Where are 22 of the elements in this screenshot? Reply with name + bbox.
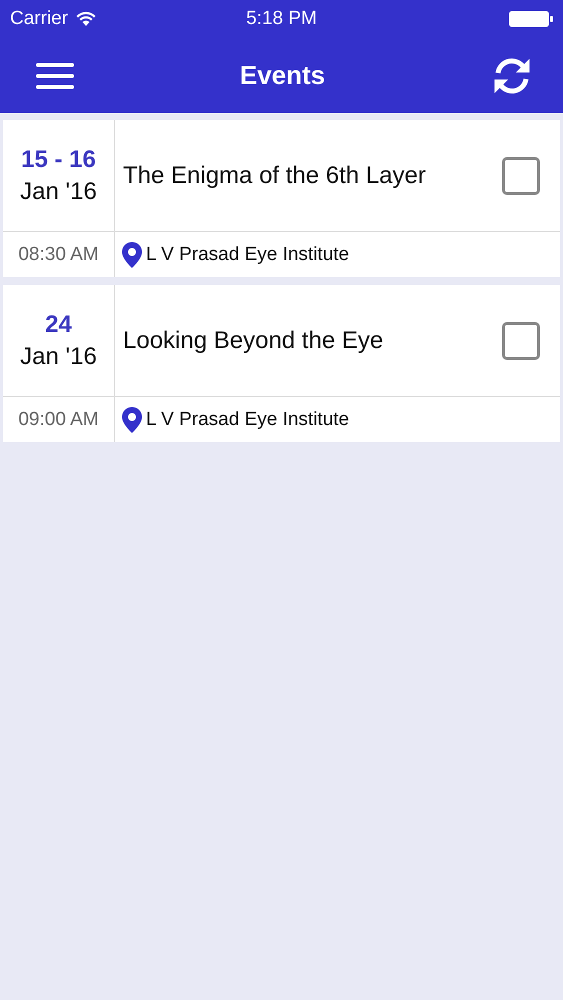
location-pin-icon xyxy=(122,242,142,268)
event-card[interactable]: 15 - 16 Jan '16 The Enigma of the 6th Layer 08:30 AM L V Prasad Eye Institute xyxy=(3,120,560,277)
menu-button[interactable] xyxy=(36,60,74,90)
event-time: 08:30 AM xyxy=(18,244,99,266)
screen-title: Events xyxy=(240,60,326,91)
wifi-icon xyxy=(76,11,96,27)
event-checkbox[interactable] xyxy=(502,322,540,360)
event-checkbox[interactable] xyxy=(502,156,540,194)
event-days: 24 xyxy=(45,310,72,338)
location-pin-icon xyxy=(122,406,142,432)
event-month: Jan '16 xyxy=(20,178,97,206)
battery-icon xyxy=(509,10,553,28)
event-card[interactable]: 24 Jan '16 Looking Beyond the Eye 09:00 AM L V Prasad Eye Institute xyxy=(3,285,560,442)
status-time: 5:18 PM xyxy=(246,8,317,30)
event-venue: L V Prasad Eye Institute xyxy=(146,244,350,266)
carrier-name: Carrier xyxy=(10,8,68,30)
event-title: Looking Beyond the Eye xyxy=(123,326,384,354)
event-month: Jan '16 xyxy=(20,342,97,370)
event-days: 15 - 16 xyxy=(21,146,96,174)
event-time: 09:00 AM xyxy=(18,408,99,430)
event-title: The Enigma of the 6th Layer xyxy=(123,162,426,190)
event-venue: L V Prasad Eye Institute xyxy=(146,408,350,430)
